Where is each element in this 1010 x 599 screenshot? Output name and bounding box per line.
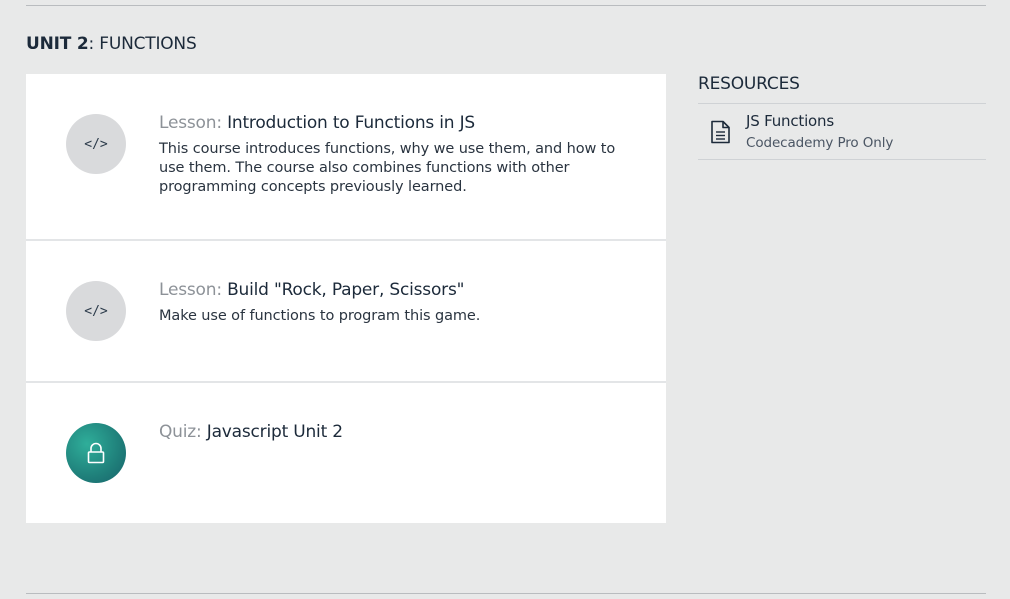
document-icon	[710, 120, 731, 144]
lesson-title[interactable]: Lesson: Introduction to Functions in JS	[159, 112, 616, 134]
lesson-card-intro-functions[interactable]: </> Lesson: Introduction to Functions in…	[26, 74, 666, 241]
lesson-description: This course introduces functions, why we…	[159, 141, 616, 195]
lesson-kind: Lesson:	[159, 280, 222, 300]
unit-number: UNIT 2	[26, 34, 89, 54]
lesson-name: Introduction to Functions in JS	[227, 113, 475, 133]
lesson-card-rock-paper-scissors[interactable]: </> Lesson: Build "Rock, Paper, Scissors…	[26, 241, 666, 383]
lesson-text: Quiz: Javascript Unit 2	[159, 421, 616, 443]
lesson-title[interactable]: Lesson: Build "Rock, Paper, Scissors"	[159, 279, 616, 301]
lesson-text: Lesson: Introduction to Functions in JS …	[159, 112, 616, 197]
lesson-name: Build "Rock, Paper, Scissors"	[227, 280, 465, 300]
top-divider	[26, 5, 986, 6]
resource-item-js-functions[interactable]: JS Functions Codecademy Pro Only	[698, 104, 986, 159]
lesson-kind: Lesson:	[159, 113, 222, 133]
lesson-text: Lesson: Build "Rock, Paper, Scissors" Ma…	[159, 279, 616, 326]
code-icon: </>	[66, 281, 126, 341]
lesson-name: Javascript Unit 2	[206, 422, 343, 442]
lesson-description: Make use of functions to program this ga…	[159, 308, 481, 324]
lesson-kind: Quiz:	[159, 422, 202, 442]
resources-list: JS Functions Codecademy Pro Only	[698, 103, 986, 160]
unit-title: UNIT 2: FUNCTIONS	[26, 34, 197, 54]
unit-name: : FUNCTIONS	[88, 34, 197, 54]
quiz-title[interactable]: Quiz: Javascript Unit 2	[159, 421, 616, 443]
resources-panel: RESOURCES JS Functions Codecademy Pro On…	[698, 74, 986, 160]
resource-subtitle: Codecademy Pro Only	[746, 135, 894, 151]
lesson-list: </> Lesson: Introduction to Functions in…	[26, 74, 666, 523]
code-icon: </>	[66, 114, 126, 174]
resources-heading: RESOURCES	[698, 74, 800, 94]
lock-icon	[66, 423, 126, 483]
quiz-card-javascript-unit-2[interactable]: Quiz: Javascript Unit 2	[26, 383, 666, 523]
resource-title[interactable]: JS Functions	[746, 112, 834, 130]
bottom-divider	[26, 593, 986, 594]
